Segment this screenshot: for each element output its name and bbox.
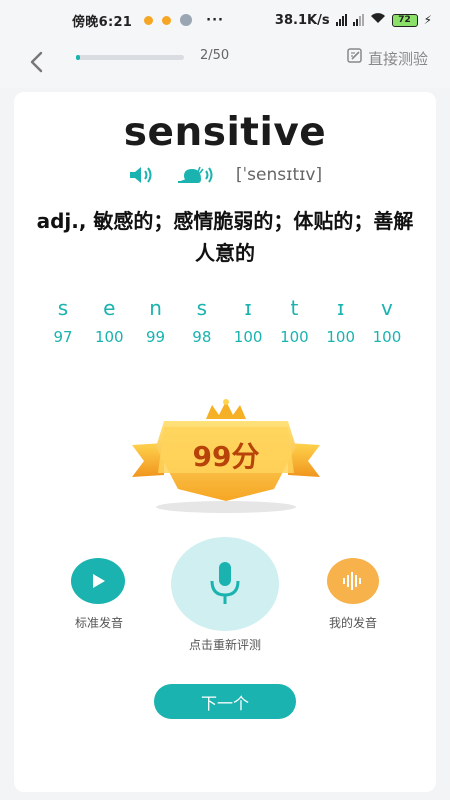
phoneme-score: 100: [280, 328, 309, 346]
phoneme-symbols: s e n s ɪ t ɪ v: [40, 296, 410, 320]
status-time: 傍晚6:21: [72, 14, 133, 30]
phoneme-symbol: ɪ: [244, 296, 252, 320]
phoneme-symbol: s: [57, 296, 69, 320]
header: 2/50 直接测验: [0, 40, 450, 88]
slow-speaker-icon[interactable]: [176, 164, 216, 186]
play-standard-button[interactable]: [71, 558, 125, 604]
wifi-icon: [370, 12, 386, 28]
phoneme-symbol: v: [381, 296, 393, 320]
signal-icon: [335, 14, 347, 26]
word-card: sensitive [ˈsensɪtɪv] adj., 敏感的；感情脆弱的；体贴…: [14, 92, 436, 792]
bottom-controls: 标准发音 点击重新评测 我的发音: [14, 532, 436, 662]
next-button[interactable]: 下一个: [154, 684, 296, 719]
direct-test-label: 直接测验: [367, 49, 428, 68]
progress-fill: [76, 55, 81, 60]
more-notifications-icon: ···: [206, 12, 224, 28]
my-recording-label: 我的发音: [328, 616, 377, 630]
back-arrow-icon[interactable]: [22, 48, 50, 76]
status-right: 38.1K/s 72 ⚡: [275, 12, 432, 28]
notification-icon: [162, 15, 172, 25]
standard-label: 标准发音: [74, 616, 123, 630]
charging-icon: ⚡: [423, 13, 432, 27]
progress-text: 2/50: [200, 48, 230, 63]
phoneme-score: 100: [326, 328, 355, 346]
play-my-recording-button[interactable]: [327, 558, 379, 604]
status-bar: 傍晚6:21 ··· 38.1K/s 72 ⚡: [0, 0, 450, 40]
score-badge: 99分: [124, 397, 328, 517]
edit-icon: [346, 47, 364, 69]
word-title: sensitive: [123, 110, 327, 155]
phoneme-score: 100: [372, 328, 402, 346]
notification-icon: [144, 15, 154, 25]
phoneme-score: 97: [53, 328, 73, 346]
phoneme-score: 100: [233, 328, 263, 346]
phoneme-symbol: e: [103, 296, 116, 320]
speaker-icon[interactable]: [128, 164, 156, 186]
phoneme-scores: s e n s ɪ t ɪ v 97 100 99 98 100 100 100…: [40, 296, 410, 346]
mic-label: 点击重新评测: [188, 638, 261, 652]
direct-test-button[interactable]: 直接测验: [346, 47, 428, 69]
phoneme-symbol: ɪ: [336, 296, 345, 320]
definition-text: adj., 敏感的；感情脆弱的；体贴的；善解人意的: [36, 209, 414, 265]
pronunciation-row: [ˈsensɪtɪv]: [14, 164, 436, 186]
battery-icon: 72: [391, 13, 418, 27]
phoneme-score: 100: [94, 328, 124, 346]
telegram-icon: [180, 14, 193, 26]
phoneme-score: 99: [146, 328, 166, 346]
phoneme-score: 98: [192, 328, 212, 346]
phonetic-text: [ˈsensɪtɪv]: [235, 165, 323, 185]
waveform-icon: [343, 572, 361, 590]
signal-icon: [352, 14, 364, 26]
mic-icon: [210, 562, 240, 604]
play-icon: [93, 574, 105, 588]
network-speed: 38.1K/s: [274, 12, 330, 28]
phoneme-symbol: t: [290, 296, 299, 320]
progress-bar: [76, 55, 184, 60]
mic-record-button[interactable]: [171, 537, 279, 631]
phoneme-symbol: n: [149, 296, 162, 320]
score-value: 99分: [192, 440, 260, 473]
phoneme-symbol: s: [196, 296, 208, 320]
phoneme-score-values: 97 100 99 98 100 100 100 100: [40, 328, 410, 346]
